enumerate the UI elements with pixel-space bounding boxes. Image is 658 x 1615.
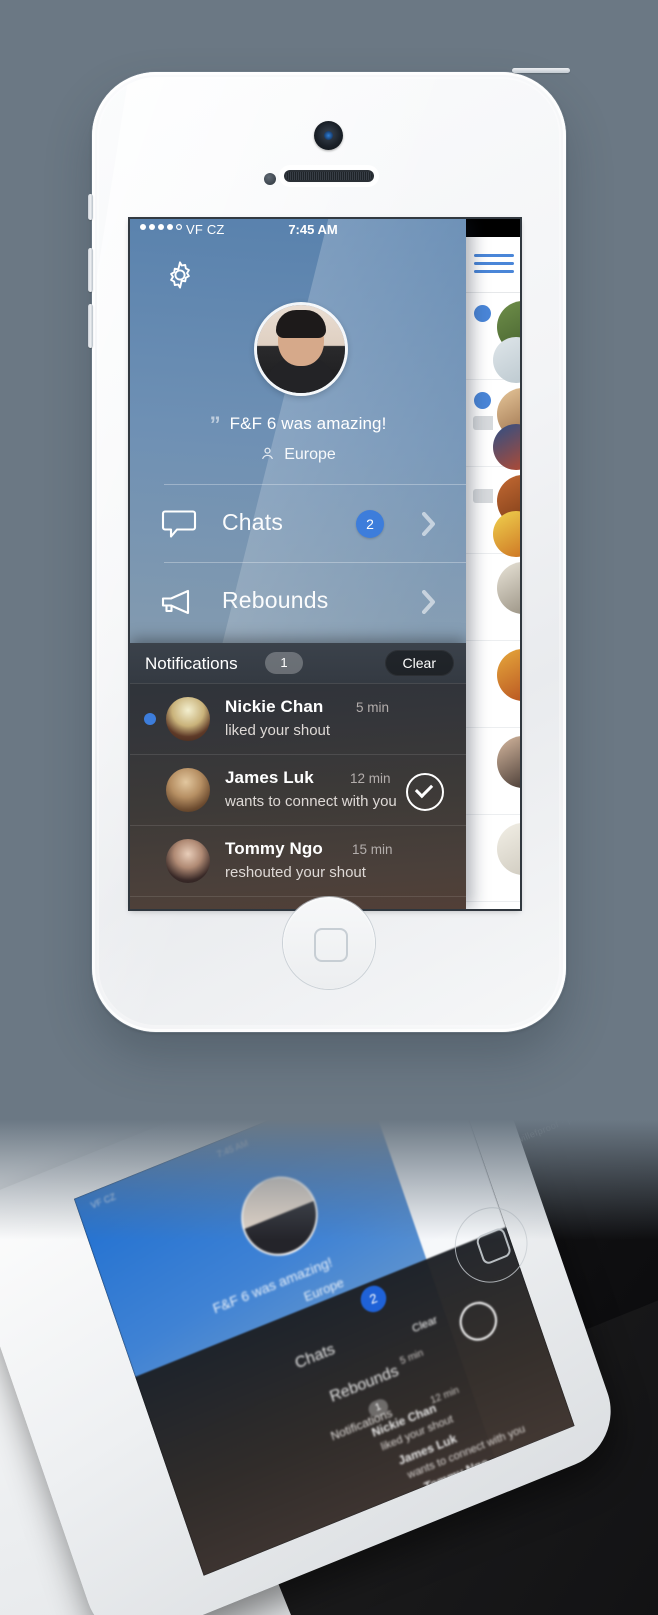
profile-status: ” F&F 6 was amazing! Europe	[130, 409, 466, 464]
sidebar-item-label: Chats	[222, 508, 284, 535]
notification-name: Nickie Chan	[225, 697, 324, 716]
front-camera-icon	[314, 121, 343, 150]
volume-down-button[interactable]	[88, 304, 93, 348]
phone-face: VF CZ 7:45 AM ” F&F 6 was amazing! Europ…	[97, 77, 561, 1027]
notification-time: 12 min	[350, 771, 391, 786]
background-list-header	[463, 237, 520, 293]
list-item[interactable]	[463, 815, 520, 902]
notifications-header: Notifications 1 Clear	[130, 643, 466, 683]
unread-dot-icon	[474, 392, 491, 409]
avatar	[166, 768, 210, 812]
location-text: Europe	[284, 446, 336, 463]
table-row[interactable]: Tommy Ngo 15 min reshouted your shout	[130, 825, 466, 896]
check-circle-icon[interactable]	[406, 773, 444, 811]
phone-device: VF CZ 7:45 AM ” F&F 6 was amazing! Europ…	[88, 68, 570, 1032]
list-item[interactable]	[463, 728, 520, 815]
notification-name: Tommy Ngo	[225, 839, 323, 858]
list-item[interactable]	[463, 554, 520, 641]
volume-up-button[interactable]	[88, 248, 93, 292]
tag-icon	[473, 416, 493, 430]
quote-line: ” F&F 6 was amazing!	[130, 409, 466, 437]
megaphone-icon	[160, 586, 198, 618]
page-title: Notifications	[145, 654, 238, 673]
list-item[interactable]	[463, 467, 520, 557]
notification-time: 5 min	[356, 700, 390, 715]
quote-mark-icon: ”	[209, 412, 221, 437]
sidebar-item-rebounds[interactable]: Rebounds	[130, 563, 466, 640]
list-item[interactable]	[463, 641, 520, 728]
table-row[interactable]: Nickie Chan 5 min liked your shout	[130, 683, 466, 754]
location-pin-icon	[260, 446, 275, 461]
notifications-count-badge: 1	[265, 652, 303, 674]
notification-action: wants to connect with you	[225, 793, 397, 810]
location-line: Europe	[130, 444, 466, 464]
clock-label: 7:45 AM	[288, 222, 338, 237]
unread-dot-icon	[144, 713, 156, 725]
phone-screen: VF CZ 7:45 AM ” F&F 6 was amazing! Europ…	[130, 219, 520, 909]
avatar	[493, 424, 520, 470]
list-item[interactable]	[463, 293, 520, 383]
sidebar-item-chats[interactable]: Chats 2	[130, 485, 466, 562]
avatar	[166, 697, 210, 741]
screen-content: VF CZ 7:45 AM ” F&F 6 was amazing! Europ…	[130, 219, 520, 909]
avatar	[497, 649, 520, 701]
notification-action: liked your shout	[225, 722, 331, 739]
notification-action: reshouted your shout	[225, 864, 366, 881]
chat-bubble-icon	[160, 508, 198, 540]
tag-icon	[473, 489, 493, 503]
table-row[interactable]: James Luk 12 min wants to connect with y…	[130, 754, 466, 825]
side-drawer: VF CZ 7:45 AM ” F&F 6 was amazing! Europ…	[130, 219, 466, 909]
status-bar: VF CZ 7:45 AM	[130, 219, 466, 241]
status-badge: 2	[356, 509, 384, 538]
hero-section: VF CZ 7:45 AM ” F&F 6 was amazing! Europ…	[0, 0, 658, 1120]
avatar-hair	[276, 310, 326, 338]
list-item[interactable]	[463, 380, 520, 470]
avatar	[497, 562, 520, 614]
product-photo: woche · wasser · han ink · willefproof ·…	[0, 1120, 658, 1615]
avatar	[166, 839, 210, 883]
background-list-panel[interactable]	[463, 237, 520, 909]
avatar	[497, 736, 520, 788]
notification-name: James Luk	[225, 768, 314, 787]
table-row[interactable]: Tommy Ngo 15 min	[130, 896, 466, 909]
mute-switch[interactable]	[88, 194, 93, 220]
home-button[interactable]	[283, 897, 375, 989]
notifications-panel: Notifications 1 Clear Nickie Chan 5 min	[130, 643, 466, 909]
hamburger-menu-icon[interactable]	[474, 254, 514, 278]
power-button[interactable]	[512, 68, 570, 73]
screenshot-stage: VF CZ 7:45 AM ” F&F 6 was amazing! Europ…	[0, 0, 658, 1615]
proximity-sensor-icon	[264, 173, 276, 185]
earpiece-speaker-icon	[284, 170, 374, 182]
photo-top-fade	[0, 1120, 658, 1240]
notification-time: 15 min	[352, 842, 393, 857]
sidebar-item-label: Rebounds	[222, 586, 329, 613]
avatar	[493, 511, 520, 557]
profile-avatar[interactable]	[254, 302, 348, 396]
gear-icon[interactable]	[164, 259, 196, 291]
quote-text: F&F 6 was amazing!	[229, 414, 387, 433]
unread-dot-icon	[474, 305, 491, 322]
chevron-right-icon	[422, 511, 436, 536]
avatar	[497, 823, 520, 875]
clear-button[interactable]: Clear	[384, 650, 454, 676]
chevron-right-icon	[422, 589, 436, 614]
avatar	[493, 337, 520, 383]
